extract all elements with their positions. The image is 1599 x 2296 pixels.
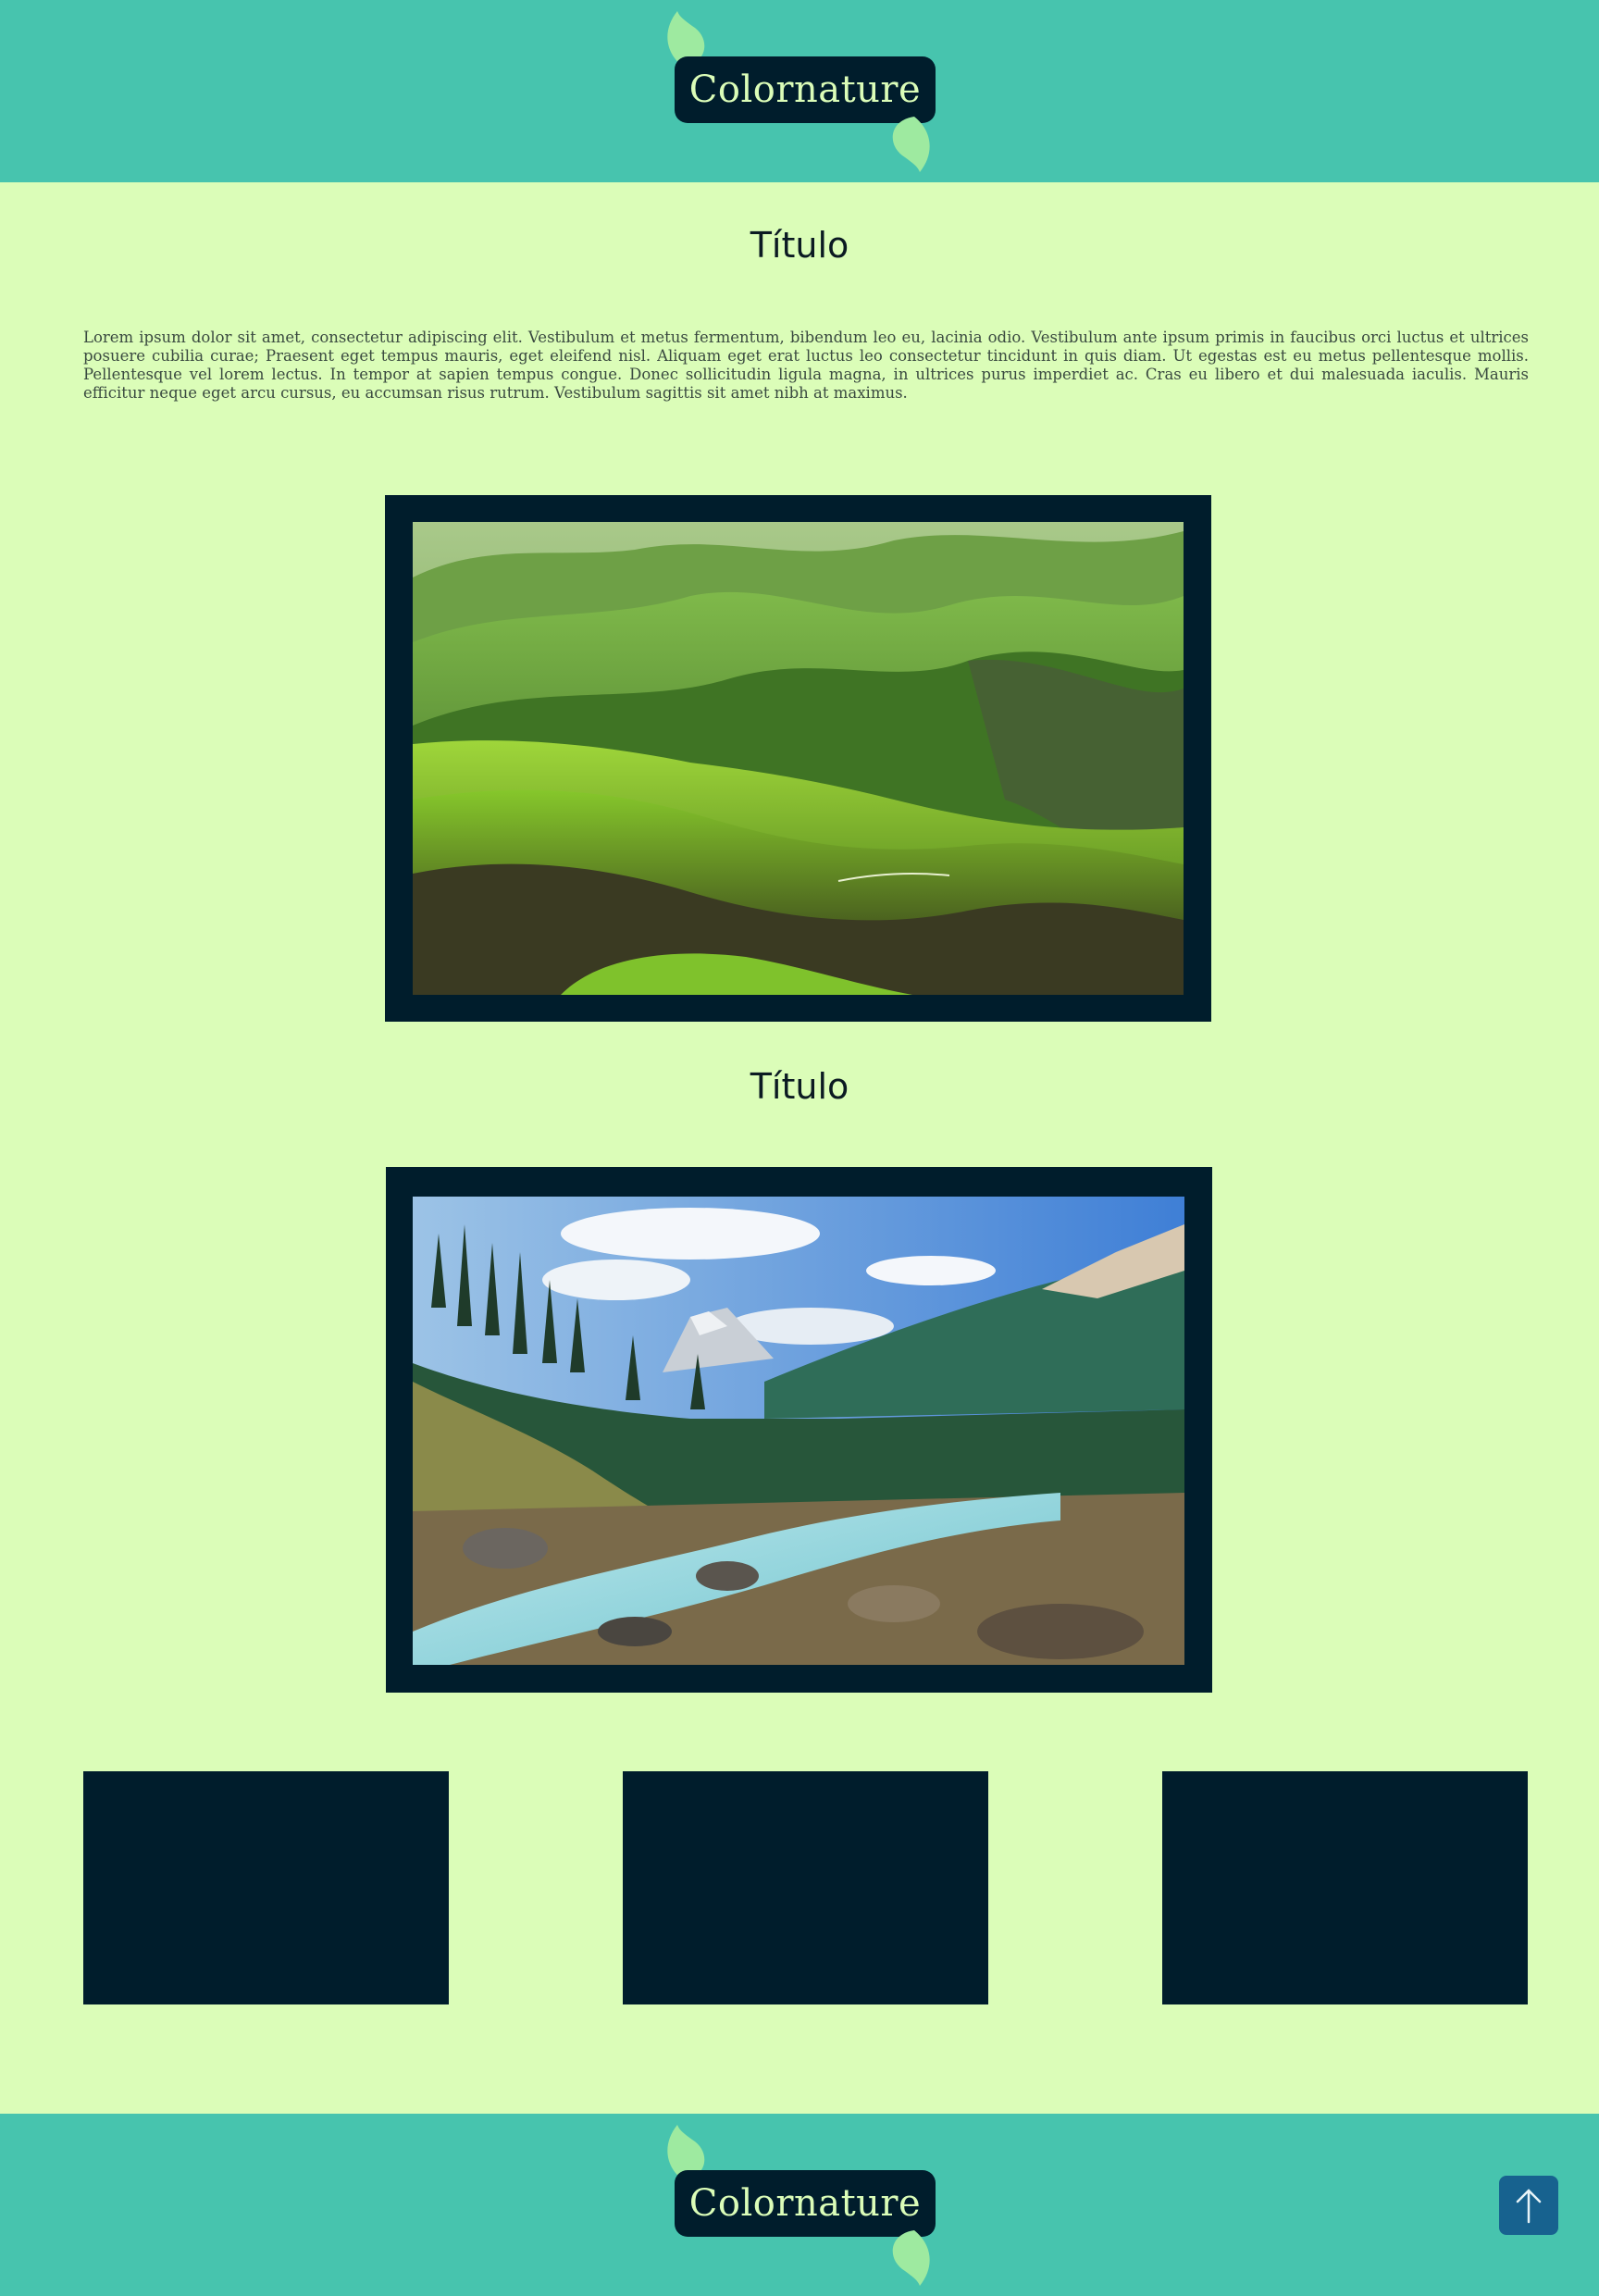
content-card[interactable] (1162, 1771, 1528, 2004)
content-card[interactable] (623, 1771, 988, 2004)
leaf-icon (892, 117, 930, 172)
leaf-icon (892, 2230, 930, 2286)
photo-frame (385, 495, 1211, 1022)
intro-paragraph: Lorem ipsum dolor sit amet, consectetur … (83, 329, 1529, 402)
arrow-up-icon (1516, 2189, 1542, 2224)
back-to-top-button[interactable] (1499, 2176, 1558, 2235)
photo-frame (386, 1167, 1212, 1693)
site-header: Colornature (0, 0, 1599, 182)
section-title: Título (750, 1066, 849, 1107)
content-card[interactable] (83, 1771, 449, 2004)
footer-logo[interactable]: Colornature (651, 2123, 948, 2286)
header-logo[interactable]: Colornature (651, 9, 948, 172)
site-footer: Colornature (0, 2114, 1599, 2296)
hills-photo (413, 522, 1184, 995)
section-title: Título (750, 225, 849, 266)
river-valley-photo (413, 1197, 1184, 1665)
